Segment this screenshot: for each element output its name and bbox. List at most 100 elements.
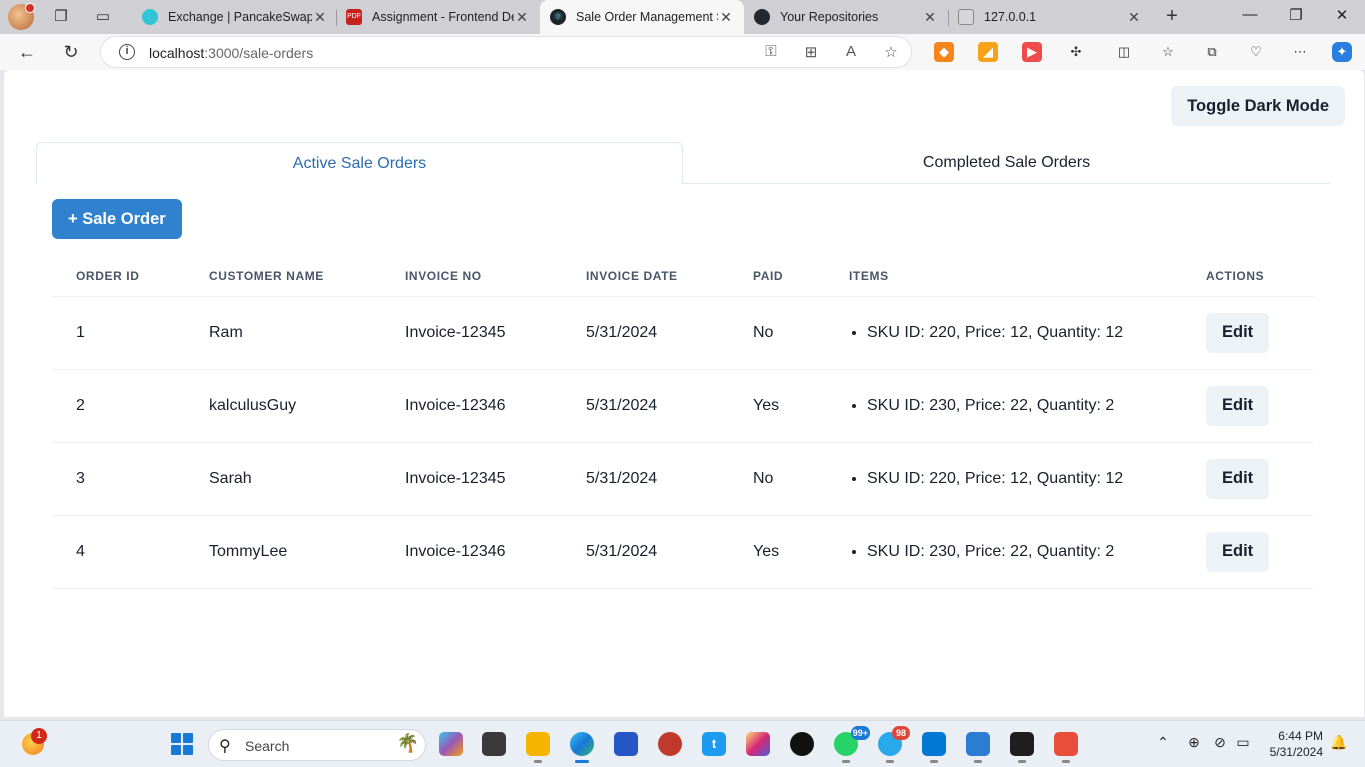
notepad-icon[interactable] <box>966 732 990 763</box>
cell-invoice-no: Invoice-12346 <box>381 515 562 589</box>
browser-tab-title: Your Repositories <box>780 10 879 24</box>
notification-bell-icon[interactable]: 🔔 <box>1330 734 1348 751</box>
cell-items: SKU ID: 230, Price: 22, Quantity: 2 <box>825 369 1182 443</box>
windows-start-icon[interactable] <box>171 733 193 755</box>
taskbar-clock[interactable]: 6:44 PM 5/31/2024 <box>1270 728 1323 760</box>
close-tab-icon[interactable]: ✕ <box>312 9 328 26</box>
list-item: SKU ID: 220, Price: 12, Quantity: 12 <box>867 324 1182 342</box>
collections-icon[interactable]: ⧉ <box>1202 42 1222 62</box>
browser-tab-strip: ❐ ▭ Exchange | PancakeSwap ✕ PDF Assignm… <box>0 0 1365 34</box>
edge-browser-icon[interactable] <box>570 732 594 763</box>
cell-customer-name: TommyLee <box>185 515 381 589</box>
read-aloud-icon[interactable]: A <box>841 43 861 60</box>
favorites-icon[interactable]: ☆ <box>1158 42 1178 62</box>
twitter-icon[interactable]: t <box>702 732 726 756</box>
favorite-star-icon[interactable]: ☆ <box>881 43 901 61</box>
close-window-icon[interactable]: ✕ <box>1332 6 1352 24</box>
tab-active-sale-orders[interactable]: Active Sale Orders <box>36 142 683 184</box>
file-explorer-icon[interactable] <box>526 732 550 763</box>
weather-badge: 1 <box>31 728 47 744</box>
edit-button[interactable]: Edit <box>1206 531 1270 572</box>
minimize-icon[interactable]: — <box>1240 6 1260 23</box>
app-red-icon[interactable] <box>658 732 682 756</box>
vscode-icon[interactable] <box>922 732 946 763</box>
cell-actions: Edit <box>1182 442 1314 516</box>
more-menu-icon[interactable]: ⋯ <box>1290 42 1310 62</box>
edit-button[interactable]: Edit <box>1206 458 1270 499</box>
refresh-icon[interactable]: ↻ <box>60 41 82 63</box>
performance-icon[interactable]: ♡ <box>1246 42 1266 62</box>
workspaces-icon[interactable]: ❐ <box>52 8 70 26</box>
cell-actions: Edit <box>1182 515 1314 589</box>
back-arrow-icon[interactable]: ← <box>16 41 38 63</box>
close-tab-icon[interactable]: ✕ <box>1126 9 1142 26</box>
battery-icon[interactable]: ▭ <box>1234 734 1252 751</box>
cell-invoice-date: 5/31/2024 <box>562 515 729 589</box>
toggle-dark-mode-button[interactable]: Toggle Dark Mode <box>1171 86 1345 126</box>
url-host: localhost <box>149 45 205 61</box>
cell-order-id: 1 <box>52 296 185 370</box>
cell-invoice-date: 5/31/2024 <box>562 369 729 443</box>
network-icon[interactable]: ⊘ <box>1211 734 1229 751</box>
cell-invoice-no: Invoice-12345 <box>381 442 562 516</box>
header-customer-name: Customer Name <box>185 256 381 297</box>
task-view-icon[interactable] <box>482 732 506 756</box>
restore-icon[interactable]: ❐ <box>1286 6 1306 24</box>
copilot-icon[interactable]: ✦ <box>1332 42 1352 62</box>
metamask-extension-icon[interactable]: ◆ <box>934 42 954 62</box>
header-items: Items <box>825 256 1182 297</box>
table-row: 1 Ram Invoice-12345 5/31/2024 No SKU ID:… <box>52 296 1314 370</box>
sale-orders-table: Order ID Customer Name Invoice No Invoic… <box>52 256 1314 589</box>
browser-tab-assignment[interactable]: PDF Assignment - Frontend De ✕ <box>336 2 540 32</box>
whatsapp-badge: 99+ <box>850 726 870 740</box>
tab-actions-icon[interactable]: ▭ <box>94 8 112 26</box>
list-item: SKU ID: 220, Price: 12, Quantity: 12 <box>867 470 1182 488</box>
close-tab-icon[interactable]: ✕ <box>922 9 938 26</box>
extension-red-icon[interactable]: ▶ <box>1022 42 1042 62</box>
edit-button[interactable]: Edit <box>1206 312 1270 353</box>
browser-tab-title: Exchange | PancakeSwap <box>168 10 312 24</box>
whatsapp-icon[interactable]: 99+ <box>834 726 870 763</box>
header-order-id: Order ID <box>52 256 185 297</box>
edit-button[interactable]: Edit <box>1206 385 1270 426</box>
app-green-icon[interactable] <box>790 732 814 756</box>
clock-date: 5/31/2024 <box>1269 745 1323 759</box>
header-invoice-date: Invoice Date <box>562 256 729 297</box>
address-bar[interactable]: i localhost:3000/sale-orders ⚿ ⊞ A ☆ <box>100 36 912 68</box>
search-icon: ⚲ <box>219 738 231 755</box>
apps-icon[interactable]: ⊞ <box>801 43 821 61</box>
windows-taskbar: 1 ⚲ Search 🌴 t 99+ 98 ⌃ ⊕ ⊘ ▭ 6:44 PM 5/… <box>0 720 1365 767</box>
browser-tab-pancakeswap[interactable]: Exchange | PancakeSwap ✕ <box>132 2 338 32</box>
address-url[interactable]: localhost:3000/sale-orders <box>149 45 313 61</box>
add-sale-order-button[interactable]: + Sale Order <box>52 199 182 239</box>
taskbar-search-box[interactable]: ⚲ Search 🌴 <box>208 729 426 761</box>
table-header-row: Order ID Customer Name Invoice No Invoic… <box>52 256 1314 297</box>
browser-tab-localhost[interactable]: 127.0.0.1 ✕ <box>948 2 1152 32</box>
browser-tab-repositories[interactable]: Your Repositories ✕ <box>744 2 948 32</box>
wallet-extension-icon[interactable]: ◢ <box>978 42 998 62</box>
sale-orders-tabs: Active Sale Orders Completed Sale Orders <box>36 142 1330 184</box>
key-icon[interactable]: ⚿ <box>761 43 781 60</box>
list-item: SKU ID: 230, Price: 22, Quantity: 2 <box>867 397 1182 415</box>
close-tab-icon[interactable]: ✕ <box>718 9 734 26</box>
terminal-icon[interactable] <box>1010 732 1034 763</box>
close-tab-icon[interactable]: ✕ <box>514 9 530 26</box>
profile-avatar[interactable] <box>8 3 35 30</box>
microsoft-store-icon[interactable] <box>614 732 638 756</box>
snipping-tool-icon[interactable] <box>1054 732 1078 763</box>
new-tab-icon[interactable]: + <box>1162 5 1182 28</box>
chevron-up-icon[interactable]: ⌃ <box>1154 734 1172 751</box>
instagram-icon[interactable] <box>746 732 770 756</box>
cell-customer-name: kalculusGuy <box>185 369 381 443</box>
site-info-icon[interactable]: i <box>119 44 135 60</box>
extensions-puzzle-icon[interactable]: ✣ <box>1066 42 1086 62</box>
telegram-icon[interactable]: 98 <box>878 726 910 763</box>
table-row: 3 Sarah Invoice-12345 5/31/2024 No SKU I… <box>52 442 1314 516</box>
tab-completed-sale-orders[interactable]: Completed Sale Orders <box>683 142 1330 184</box>
split-screen-icon[interactable]: ◫ <box>1114 42 1134 62</box>
cell-paid: Yes <box>729 515 825 589</box>
copilot-app-icon[interactable] <box>439 732 463 756</box>
cell-customer-name: Sarah <box>185 442 381 516</box>
language-icon[interactable]: ⊕ <box>1185 734 1203 751</box>
browser-tab-sale-order[interactable]: ⚛ Sale Order Management S ✕ <box>540 0 744 34</box>
